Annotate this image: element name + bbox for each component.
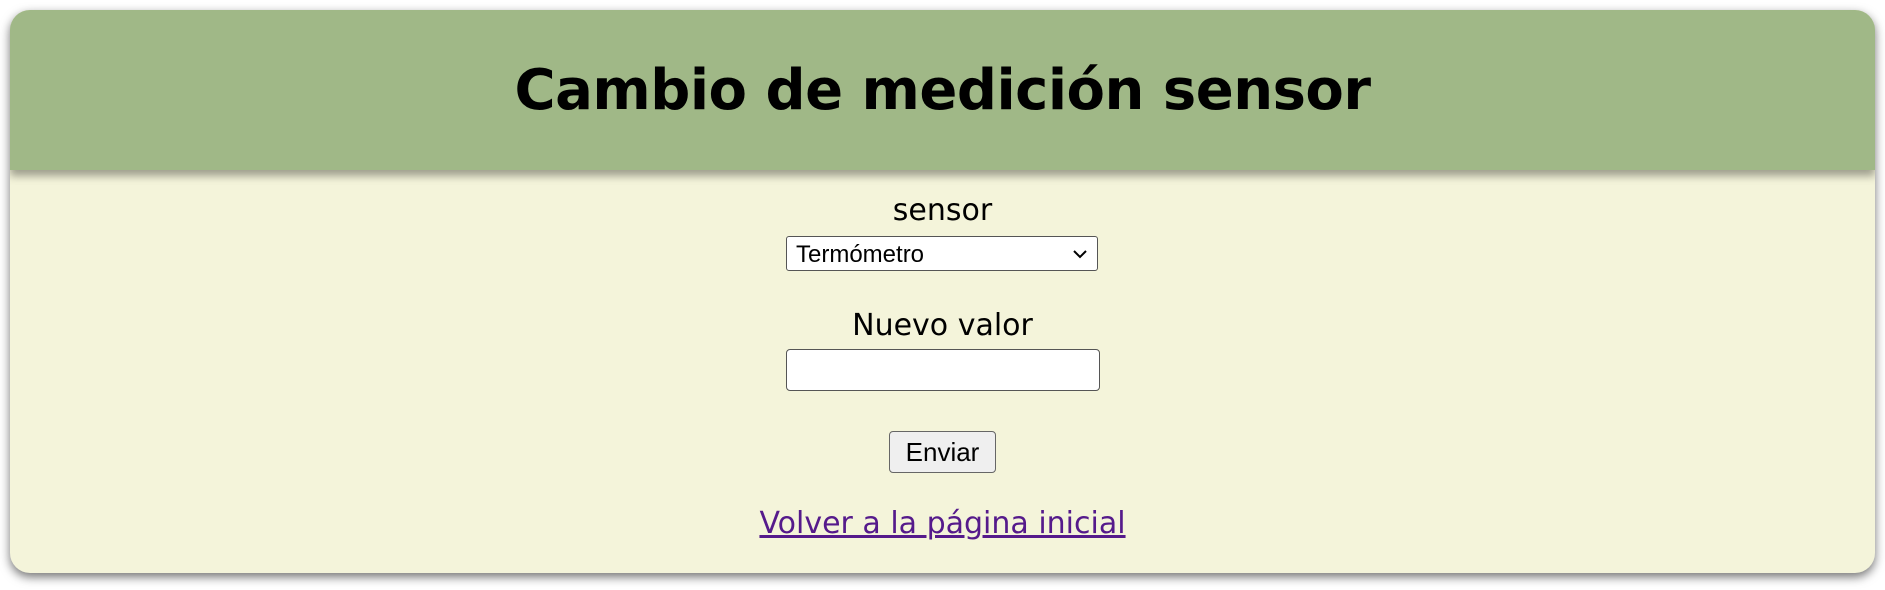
sensor-label: sensor bbox=[892, 193, 993, 228]
new-value-input[interactable] bbox=[786, 349, 1100, 391]
new-value-label: Nuevo valor bbox=[852, 308, 1033, 343]
sensor-select-value: Termómetro bbox=[796, 241, 925, 268]
sensor-form: sensor Termómetro Nuevo valor Enviar Vol… bbox=[10, 10, 1875, 573]
submit-button[interactable]: Enviar bbox=[889, 431, 996, 473]
page-card: Cambio de medición sensor sensor Termóme… bbox=[10, 10, 1875, 573]
chevron-down-icon bbox=[1073, 250, 1087, 259]
sensor-select[interactable]: Termómetro bbox=[786, 236, 1098, 271]
back-home-link[interactable]: Volver a la página inicial bbox=[10, 506, 1875, 541]
